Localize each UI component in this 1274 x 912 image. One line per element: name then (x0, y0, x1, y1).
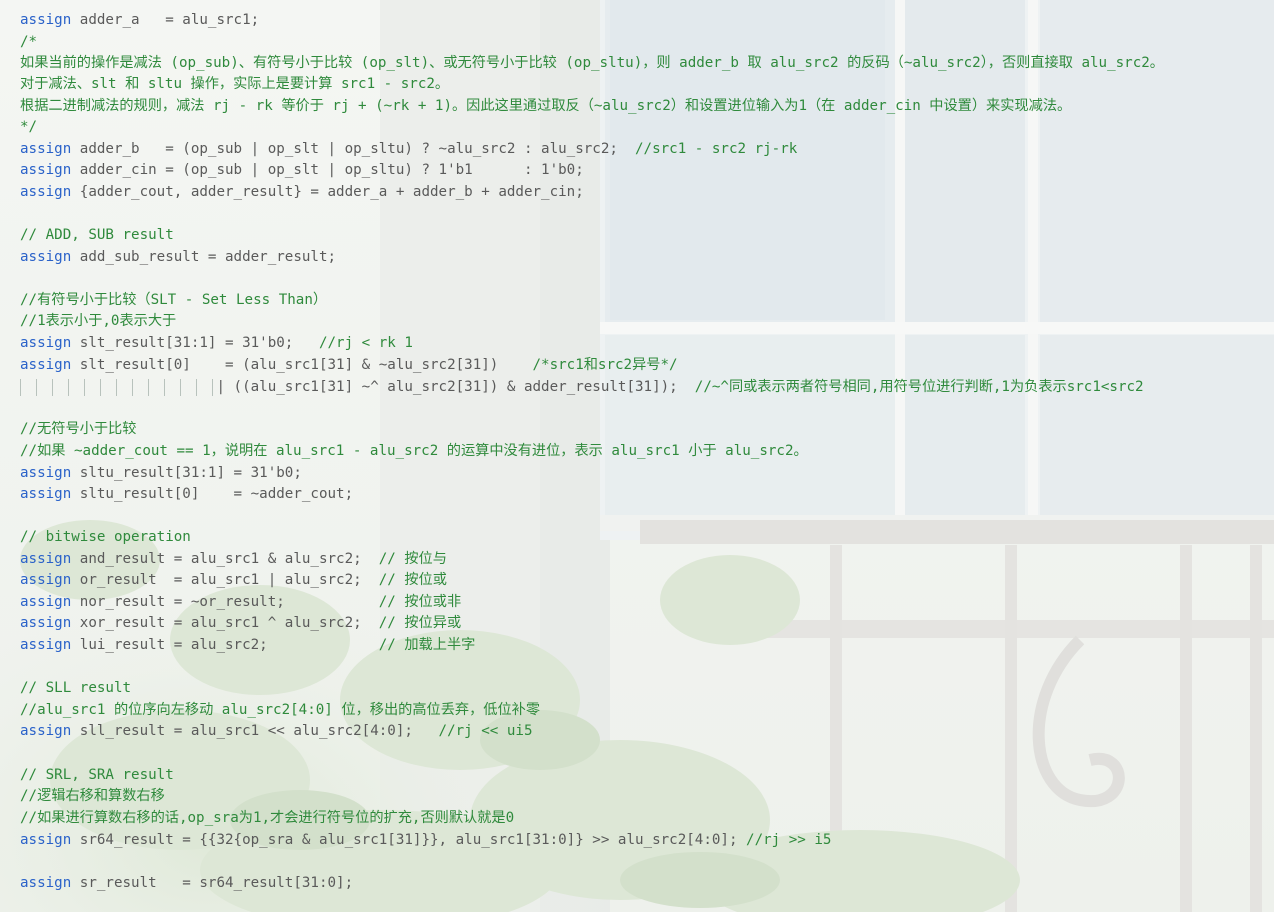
keyword-token: assign (20, 637, 72, 653)
code-line[interactable]: assign {adder_cout, adder_result} = adde… (20, 182, 584, 203)
code-text: sll_result = alu_src1 << alu_src2[4:0]; (71, 723, 439, 739)
code-line[interactable]: // SRL, SRA result (20, 765, 174, 786)
keyword-token: assign (20, 594, 72, 610)
comment-text: //alu_src1 的位序向左移动 alu_src2[4:0] 位，移出的高位… (20, 702, 541, 718)
code-text: adder_cin = (op_sub | op_slt | op_sltu) … (71, 162, 584, 178)
code-text: {adder_cout, adder_result} = adder_a + a… (71, 184, 584, 200)
keyword-token: assign (20, 572, 72, 588)
keyword-token: assign (20, 465, 72, 481)
code-line[interactable]: //无符号小于比较 (20, 419, 136, 440)
code-line[interactable]: | ((alu_src1[31] ~^ alu_src2[31]) & adde… (20, 377, 1144, 398)
keyword-token: assign (20, 875, 72, 891)
comment-text: 根据二进制减法的规则，减法 rj - rk 等价于 rj + (~rk + 1)… (20, 98, 1072, 114)
keyword-token: assign (20, 723, 72, 739)
comment-text: // 按位或 (378, 572, 447, 588)
keyword-token: assign (20, 162, 72, 178)
code-line[interactable]: assign adder_cin = (op_sub | op_slt | op… (20, 160, 584, 181)
code-text: slt_result[31:1] = 31'b0; (71, 335, 319, 351)
code-text: sltu_result[31:1] = 31'b0; (71, 465, 302, 481)
comment-text: /*src1和src2异号*/ (532, 357, 678, 373)
code-line[interactable]: assign sll_result = alu_src1 << alu_src2… (20, 721, 533, 742)
code-line[interactable]: assign xor_result = alu_src1 ^ alu_src2;… (20, 613, 461, 634)
code-line[interactable]: //alu_src1 的位序向左移动 alu_src2[4:0] 位，移出的高位… (20, 700, 540, 721)
keyword-token: assign (20, 184, 72, 200)
code-text: nor_result = ~or_result; (71, 594, 379, 610)
comment-text: //1表示小于,0表示大于 (20, 313, 177, 329)
comment-text: //~^同或表示两者符号相同,用符号位进行判断,1为负表示src1<src2 (694, 379, 1144, 395)
code-line[interactable]: 根据二进制减法的规则，减法 rj - rk 等价于 rj + (~rk + 1)… (20, 96, 1071, 117)
code-line[interactable]: assign lui_result = alu_src2; // 加载上半字 (20, 635, 475, 656)
keyword-token: assign (20, 486, 72, 502)
comment-text: // 按位异或 (378, 615, 462, 631)
code-text: lui_result = alu_src2; (71, 637, 379, 653)
code-line[interactable]: assign and_result = alu_src1 & alu_src2;… (20, 549, 447, 570)
code-line[interactable]: // bitwise operation (20, 527, 191, 548)
code-line[interactable]: assign add_sub_result = adder_result; (20, 247, 336, 268)
code-line[interactable]: // ADD, SUB result (20, 225, 174, 246)
code-line[interactable]: assign sr64_result = {{32{op_sra & alu_s… (20, 830, 831, 851)
comment-text: // 加载上半字 (378, 637, 476, 653)
code-line[interactable]: 对于减法、slt 和 sltu 操作，实际上是要计算 src1 - src2。 (20, 74, 449, 95)
code-line[interactable]: assign or_result = alu_src1 | alu_src2; … (20, 570, 447, 591)
keyword-token: assign (20, 832, 72, 848)
code-text: add_sub_result = adder_result; (71, 249, 337, 265)
comment-text: // 按位与 (378, 551, 447, 567)
comment-text: //如果进行算数右移的话,op_sra为1,才会进行符号位的扩充,否则默认就是0 (20, 810, 515, 826)
code-line[interactable]: //有符号小于比较（SLT - Set Less Than） (20, 290, 327, 311)
code-line[interactable]: assign sltu_result[31:1] = 31'b0; (20, 463, 302, 484)
comment-text: 对于减法、slt 和 sltu 操作，实际上是要计算 src1 - src2。 (20, 76, 450, 92)
comment-text: //src1 - src2 rj-rk (635, 141, 798, 157)
code-line[interactable]: assign adder_a = alu_src1; (20, 10, 259, 31)
code-text: xor_result = alu_src1 ^ alu_src2; (71, 615, 379, 631)
comment-text: */ (20, 119, 38, 135)
code-line[interactable]: //如果 ~adder_cout == 1，说明在 alu_src1 - alu… (20, 441, 808, 462)
code-line[interactable]: /* (20, 32, 37, 53)
code-line[interactable]: */ (20, 117, 37, 138)
keyword-token: assign (20, 335, 72, 351)
comment-text: //rj < rk 1 (318, 335, 413, 351)
keyword-token: assign (20, 12, 72, 28)
code-line[interactable]: assign adder_b = (op_sub | op_slt | op_s… (20, 139, 797, 160)
code-text: adder_a = alu_src1; (71, 12, 260, 28)
keyword-token: assign (20, 141, 72, 157)
code-line[interactable]: //如果进行算数右移的话,op_sra为1,才会进行符号位的扩充,否则默认就是0 (20, 808, 514, 829)
code-line[interactable]: 如果当前的操作是减法 (op_sub)、有符号小于比较 (op_slt)、或无符… (20, 53, 1164, 74)
comment-text: //逻辑右移和算数右移 (20, 788, 165, 804)
code-text: or_result = alu_src1 | alu_src2; (71, 572, 379, 588)
comment-text: //rj << ui5 (438, 723, 533, 739)
comment-text: // ADD, SUB result (20, 227, 174, 243)
code-text: sr_result = sr64_result[31:0]; (71, 875, 354, 891)
comment-text: // SRL, SRA result (20, 767, 174, 783)
keyword-token: assign (20, 615, 72, 631)
code-line[interactable]: assign slt_result[31:1] = 31'b0; //rj < … (20, 333, 413, 354)
comment-text: // SLL result (20, 680, 132, 696)
comment-text: //无符号小于比较 (20, 421, 137, 437)
comment-text: // bitwise operation (20, 529, 191, 545)
keyword-token: assign (20, 249, 72, 265)
code-text: and_result = alu_src1 & alu_src2; (71, 551, 379, 567)
code-text: | ((alu_src1[31] ~^ alu_src2[31]) & adde… (20, 379, 695, 395)
comment-text: //rj >> i5 (746, 832, 832, 848)
code-text: sr64_result = {{32{op_sra & alu_src1[31]… (71, 832, 747, 848)
code-line[interactable]: // SLL result (20, 678, 131, 699)
keyword-token: assign (20, 357, 72, 373)
comment-text: /* (20, 34, 38, 50)
code-line[interactable]: //逻辑右移和算数右移 (20, 786, 165, 807)
comment-text: 如果当前的操作是减法 (op_sub)、有符号小于比较 (op_slt)、或无符… (20, 55, 1164, 71)
code-line[interactable]: assign slt_result[0] = (alu_src1[31] & ~… (20, 355, 678, 376)
keyword-token: assign (20, 551, 72, 567)
code-text: adder_b = (op_sub | op_slt | op_sltu) ? … (71, 141, 635, 157)
code-editor[interactable]: assign adder_a = alu_src1; /* 如果当前的操作是减法 (… (0, 0, 1274, 912)
code-line[interactable]: //1表示小于,0表示大于 (20, 311, 176, 332)
code-text: sltu_result[0] = ~adder_cout; (71, 486, 354, 502)
code-line[interactable]: assign nor_result = ~or_result; // 按位或非 (20, 592, 461, 613)
comment-text: //有符号小于比较（SLT - Set Less Than） (20, 292, 328, 308)
comment-text: // 按位或非 (378, 594, 462, 610)
code-text: slt_result[0] = (alu_src1[31] & ~alu_src… (71, 357, 533, 373)
code-line[interactable]: assign sr_result = sr64_result[31:0]; (20, 873, 353, 894)
code-line[interactable]: assign sltu_result[0] = ~adder_cout; (20, 484, 353, 505)
comment-text: //如果 ~adder_cout == 1，说明在 alu_src1 - alu… (20, 443, 808, 459)
